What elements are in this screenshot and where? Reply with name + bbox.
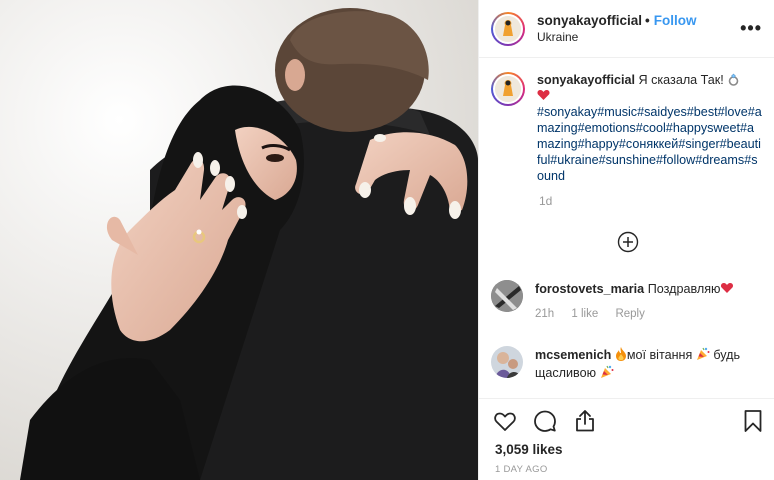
post-details-panel: sonyakayofficial • Follow Ukraine ••• sony… bbox=[478, 0, 774, 480]
share-icon[interactable] bbox=[573, 409, 597, 433]
caption-username[interactable]: sonyakayofficial bbox=[537, 73, 635, 87]
add-circle-icon[interactable] bbox=[617, 231, 639, 253]
post-header: sonyakayofficial • Follow Ukraine ••• bbox=[479, 0, 774, 58]
ring-emoji bbox=[727, 73, 740, 87]
post-photo[interactable] bbox=[0, 0, 478, 480]
caption-avatar[interactable] bbox=[491, 72, 525, 106]
comment-text: мої вітання bbox=[626, 348, 693, 362]
comment-text: Поздравляю bbox=[647, 282, 721, 296]
red-heart-emoji bbox=[720, 282, 734, 296]
red-heart-emoji bbox=[537, 89, 550, 103]
party-popper-emoji bbox=[600, 365, 614, 380]
commenter-username[interactable]: mcsemenich bbox=[535, 348, 611, 362]
commenter-avatar[interactable] bbox=[491, 280, 523, 312]
comment-icon[interactable] bbox=[533, 409, 557, 433]
comment-item: forostovets_maria Поздравляю 21h 1 like … bbox=[491, 280, 765, 323]
bookmark-icon[interactable] bbox=[741, 409, 765, 433]
caption-avatar-image bbox=[495, 76, 521, 102]
post-actions: 3,059 likes 1 DAY AGO bbox=[479, 398, 774, 480]
comment-body: mcsemenich мої вітання будь щасливою bbox=[535, 346, 761, 382]
posted-time[interactable]: 1 DAY AGO bbox=[495, 464, 548, 475]
commenter-username[interactable]: forostovets_maria bbox=[535, 282, 644, 296]
more-options-icon[interactable]: ••• bbox=[740, 19, 762, 37]
author-avatar[interactable] bbox=[491, 11, 525, 46]
reply-button[interactable]: Reply bbox=[615, 308, 644, 320]
heart-icon[interactable] bbox=[493, 409, 517, 433]
likes-count[interactable]: 3,059 likes bbox=[495, 442, 563, 457]
comment-time: 21h bbox=[535, 308, 555, 320]
author-username[interactable]: sonyakayofficial bbox=[537, 13, 642, 28]
photo-image bbox=[0, 0, 478, 480]
header-separator: • bbox=[645, 12, 650, 28]
author-avatar-image bbox=[495, 15, 521, 42]
caption-time: 1d bbox=[539, 194, 553, 208]
follow-button[interactable]: Follow bbox=[654, 13, 697, 28]
caption-text: sonyakayofficial Я сказала Так! #sonyaka… bbox=[537, 72, 763, 184]
caption-hashtags[interactable]: #sonyakay#music#saidyes#best#love#amazin… bbox=[537, 105, 762, 183]
comment-item: mcsemenich мої вітання будь щасливою bbox=[491, 346, 765, 382]
comment-meta: 21h 1 like Reply bbox=[535, 305, 761, 323]
comment-likes[interactable]: 1 like bbox=[571, 308, 598, 320]
caption-message: Я сказала Так! bbox=[638, 73, 724, 87]
comment-body: forostovets_maria Поздравляю 21h 1 like … bbox=[535, 280, 761, 323]
party-popper-emoji bbox=[696, 347, 710, 362]
commenter-avatar[interactable] bbox=[491, 346, 523, 378]
fire-emoji bbox=[615, 347, 627, 362]
header-text: sonyakayofficial • Follow Ukraine bbox=[537, 13, 697, 45]
post-location[interactable]: Ukraine bbox=[537, 29, 697, 45]
post-caption: sonyakayofficial Я сказала Так! #sonyaka… bbox=[491, 72, 765, 208]
